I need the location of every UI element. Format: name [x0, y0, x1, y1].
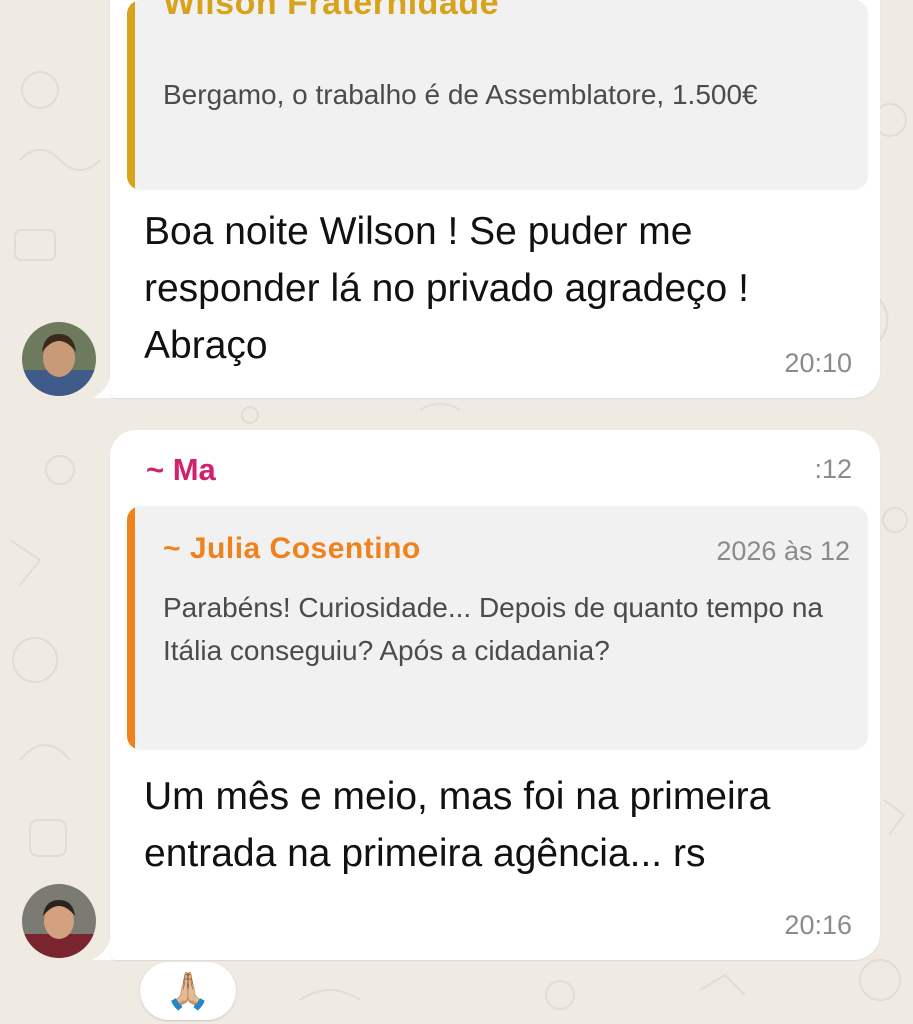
quoted-author: ~ Julia Cosentino [163, 532, 421, 565]
avatar-photo-icon [22, 884, 96, 958]
message-text: Boa noite Wilson ! Se puder me responder… [144, 210, 749, 367]
avatar[interactable] [22, 884, 96, 958]
quoted-author: Wilson Fraternidade [163, 0, 500, 22]
avatar-photo-icon [22, 322, 96, 396]
message-timestamp: 20:10 [784, 348, 852, 378]
folded-hands-icon: 🙏🏼 [165, 970, 211, 1011]
quote-accent-bar [127, 506, 135, 750]
quoted-text: Parabéns! Curiosidade... Depois de quant… [163, 592, 823, 666]
quote-accent-bar [127, 0, 135, 190]
quoted-text: Bergamo, o trabalho é de Assemblatore, 1… [163, 79, 758, 110]
quoted-message[interactable]: Wilson Fraternidade Bergamo, o trabalho … [127, 0, 868, 190]
reaction-badge[interactable]: 🙏🏼 [140, 962, 236, 1020]
message-bubble[interactable]: Wilson Fraternidade Bergamo, o trabalho … [110, 0, 880, 398]
message-timestamp: 20:16 [784, 910, 852, 940]
avatar[interactable] [22, 322, 96, 396]
message-bubble[interactable]: ~ Ma :12 ~ Julia Cosentino 2026 às 12 Pa… [110, 430, 880, 960]
message-text: Um mês e meio, mas foi na primeira entra… [144, 775, 771, 875]
header-timestamp: :12 [814, 454, 852, 484]
quoted-message[interactable]: ~ Julia Cosentino 2026 às 12 Parabéns! C… [127, 506, 868, 750]
quoted-meta: 2026 às 12 [716, 536, 850, 566]
sender-name[interactable]: ~ Ma [146, 452, 216, 488]
